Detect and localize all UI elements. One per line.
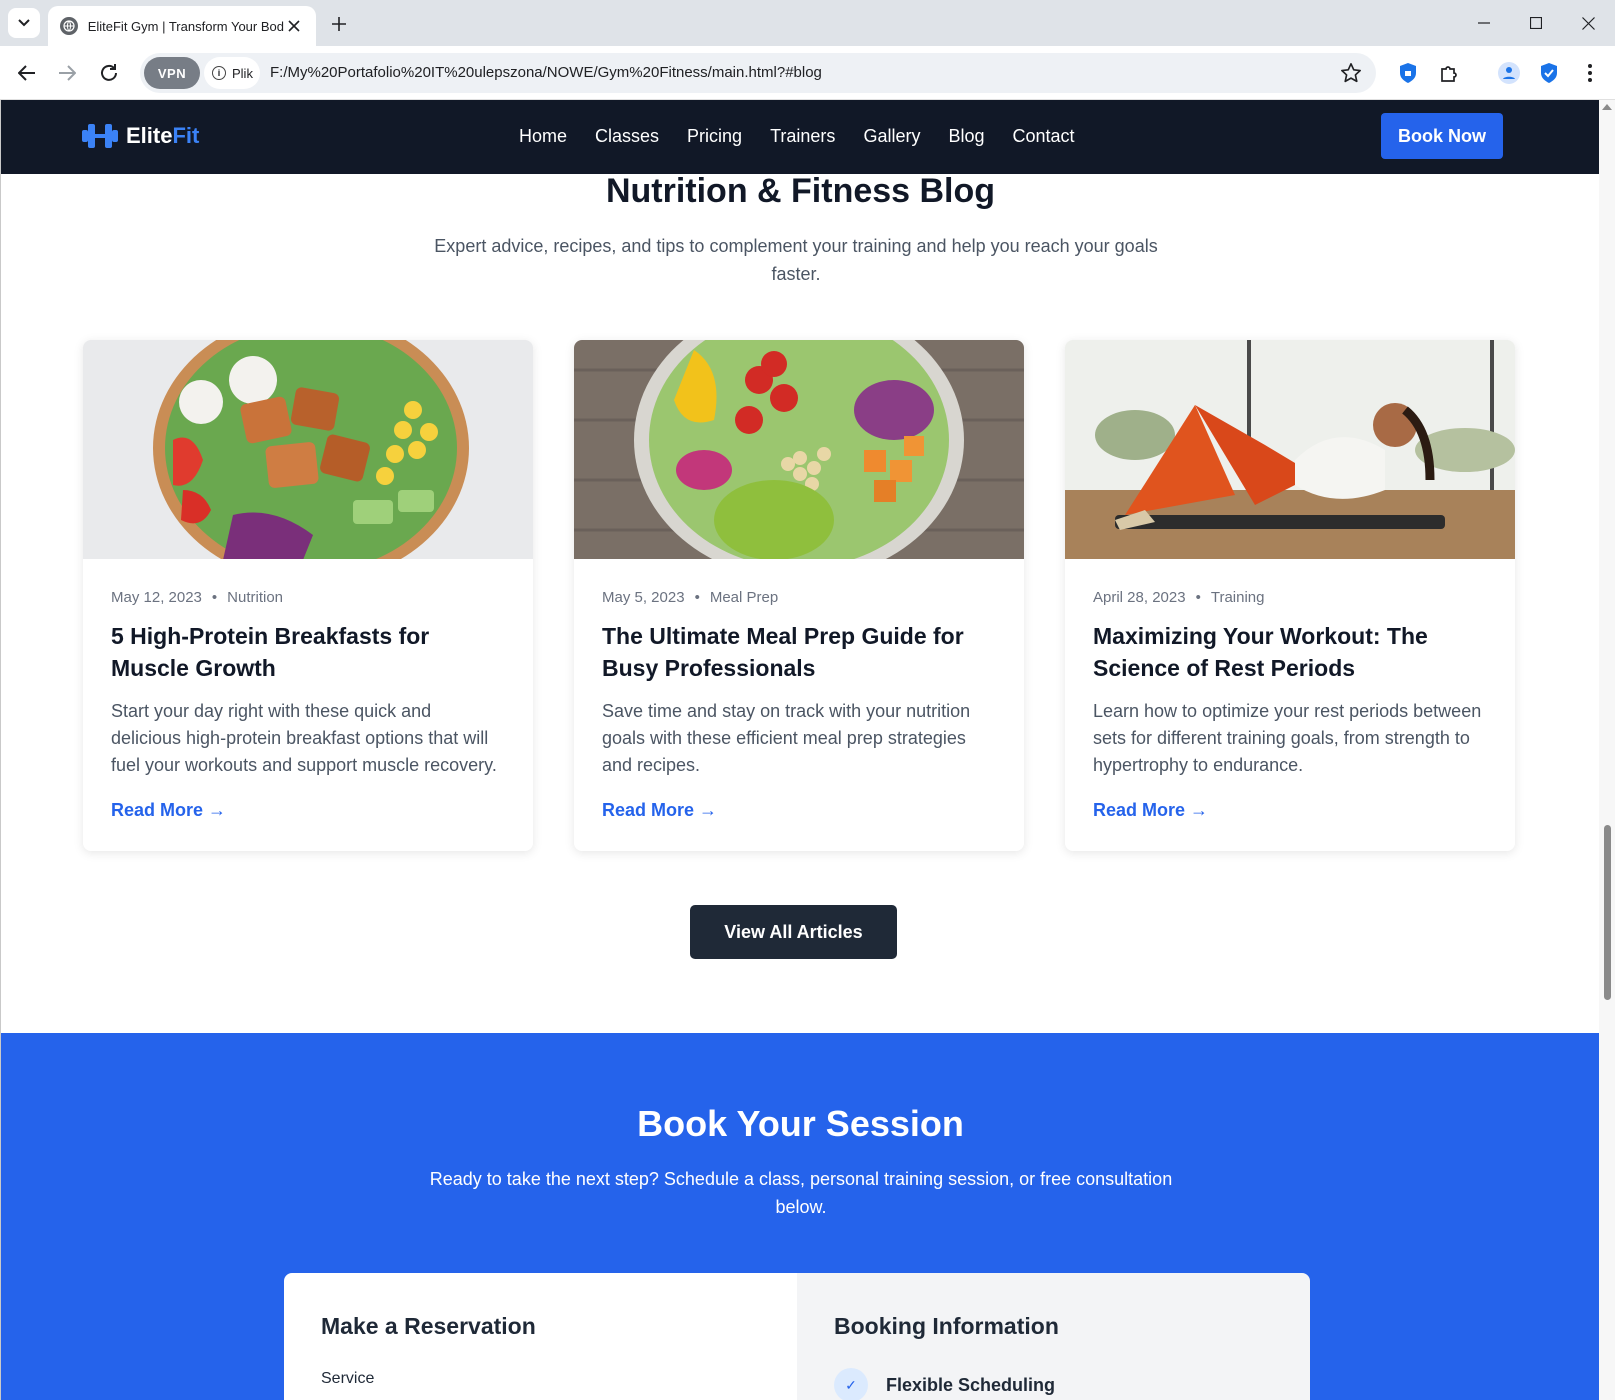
- blog-image-workout[interactable]: [1065, 340, 1515, 559]
- page-viewport: EliteFit Home Classes Pricing Trainers G…: [0, 100, 1599, 1400]
- post-excerpt: Start your day right with these quick an…: [111, 701, 497, 775]
- scroll-up-arrow-icon[interactable]: [1602, 104, 1612, 110]
- reservation-heading: Make a Reservation: [321, 1313, 536, 1339]
- nav-link-home[interactable]: Home: [519, 126, 567, 147]
- url-text[interactable]: F:/My%20Portafolio%20IT%20ulepszona/NOWE…: [270, 64, 822, 81]
- read-more-link[interactable]: Read More →: [602, 800, 717, 821]
- site-info-button[interactable]: i Plik: [204, 57, 260, 89]
- info-item: ✓ Flexible Scheduling: [834, 1368, 1273, 1400]
- post-meta: April 28, 2023 • Training: [1093, 589, 1265, 606]
- post-date: April 28, 2023: [1093, 589, 1186, 606]
- shield-extension-icon[interactable]: [1394, 59, 1422, 87]
- tab-search-button[interactable]: [8, 8, 40, 38]
- vpn-badge[interactable]: VPN: [144, 57, 200, 89]
- post-excerpt: Save time and stay on track with your nu…: [602, 701, 971, 775]
- info-icon: i: [212, 66, 226, 80]
- blog-image-salad-bowl[interactable]: [83, 340, 533, 559]
- service-label: Service: [321, 1370, 375, 1387]
- view-all-articles-button[interactable]: View All Articles: [690, 905, 897, 959]
- blog-card: May 12, 2023 • Nutrition 5 High-Protein …: [83, 340, 533, 851]
- logo-text-accent: Fit: [172, 123, 200, 148]
- address-bar[interactable]: VPN i Plik F:/My%20Portafolio%20IT%20ule…: [140, 53, 1376, 93]
- close-tab-icon[interactable]: [284, 16, 304, 36]
- book-now-button[interactable]: Book Now: [1381, 113, 1503, 159]
- back-arrow-icon[interactable]: [12, 58, 42, 88]
- reservation-form: Make a Reservation Service: [284, 1273, 797, 1400]
- post-title[interactable]: The Ultimate Meal Prep Guide for Busy Pr…: [602, 620, 996, 684]
- post-excerpt: Learn how to optimize your rest periods …: [1093, 701, 1482, 775]
- blog-card: May 5, 2023 • Meal Prep The Ultimate Mea…: [574, 340, 1024, 851]
- forward-arrow-icon[interactable]: [52, 58, 82, 88]
- post-meta: May 12, 2023 • Nutrition: [111, 589, 284, 606]
- calendar-icon: ✓: [834, 1368, 868, 1400]
- browser-toolbar: VPN i Plik F:/My%20Portafolio%20IT%20ule…: [0, 46, 1615, 100]
- post-category: Nutrition: [227, 589, 284, 606]
- blog-card: April 28, 2023 • Training Maximizing You…: [1065, 340, 1515, 851]
- nav-link-blog[interactable]: Blog: [948, 126, 984, 147]
- dumbbell-icon: [82, 124, 118, 148]
- scrollbar-thumb[interactable]: [1604, 825, 1611, 1000]
- post-date: May 5, 2023: [602, 589, 685, 606]
- browser-tab[interactable]: EliteFit Gym | Transform Your Body: [48, 6, 316, 46]
- booking-subtitle: Ready to take the next step? Schedule a …: [429, 1169, 1173, 1217]
- more-menu-icon[interactable]: [1576, 59, 1604, 87]
- chevron-down-icon: [18, 19, 30, 27]
- window-close-icon[interactable]: [1568, 8, 1608, 38]
- nav-link-contact[interactable]: Contact: [1012, 126, 1074, 147]
- info-item-text: Flexible Scheduling: [886, 1374, 1056, 1395]
- reload-icon[interactable]: [94, 58, 124, 88]
- read-more-link[interactable]: Read More →: [111, 800, 226, 821]
- main-menu: Home Classes Pricing Trainers Gallery Bl…: [519, 126, 1103, 147]
- browser-tabstrip: EliteFit Gym | Transform Your Body: [0, 0, 1615, 46]
- post-title[interactable]: Maximizing Your Workout: The Science of …: [1093, 620, 1487, 684]
- minimize-icon[interactable]: [1464, 8, 1504, 38]
- nav-link-gallery[interactable]: Gallery: [863, 126, 920, 147]
- globe-icon: [60, 17, 78, 35]
- read-more-link[interactable]: Read More →: [1093, 800, 1208, 821]
- site-info-label: Plik: [232, 65, 253, 81]
- post-date: May 12, 2023: [111, 589, 202, 606]
- bookmark-star-icon[interactable]: [1340, 62, 1362, 89]
- nav-link-classes[interactable]: Classes: [595, 126, 659, 147]
- nav-link-pricing[interactable]: Pricing: [687, 126, 742, 147]
- new-tab-icon[interactable]: [326, 11, 352, 37]
- booking-panel: Make a Reservation Service Booking Infor…: [284, 1273, 1310, 1400]
- post-category: Training: [1210, 589, 1265, 606]
- page-scrollbar[interactable]: [1599, 100, 1615, 1400]
- profile-avatar-icon[interactable]: [1495, 59, 1523, 87]
- tab-title: EliteFit Gym | Transform Your Body: [87, 18, 285, 34]
- maximize-icon[interactable]: [1516, 8, 1556, 38]
- booking-section: Book Your Session Ready to take the next…: [1, 1033, 1599, 1400]
- puzzle-extensions-icon[interactable]: [1435, 59, 1463, 87]
- booking-info: Booking Information ✓ Flexible Schedulin…: [797, 1273, 1310, 1400]
- site-logo[interactable]: EliteFit: [82, 121, 199, 151]
- post-title[interactable]: 5 High-Protein Breakfasts for Muscle Gro…: [111, 620, 505, 684]
- nav-link-trainers[interactable]: Trainers: [770, 126, 835, 147]
- security-check-icon[interactable]: [1535, 59, 1563, 87]
- site-navbar: EliteFit Home Classes Pricing Trainers G…: [1, 100, 1599, 174]
- post-meta: May 5, 2023 • Meal Prep: [602, 589, 779, 606]
- logo-text: EliteFit: [126, 123, 199, 149]
- post-category: Meal Prep: [709, 589, 779, 606]
- blog-image-veggie-plate[interactable]: [574, 340, 1024, 559]
- blog-section-subtitle: Expert advice, recipes, and tips to comp…: [434, 236, 1158, 284]
- logo-text-main: Elite: [126, 123, 173, 148]
- booking-title: Book Your Session: [637, 1103, 964, 1144]
- booking-info-heading: Booking Information: [834, 1313, 1059, 1339]
- blog-section-title: Nutrition & Fitness Blog: [605, 172, 996, 210]
